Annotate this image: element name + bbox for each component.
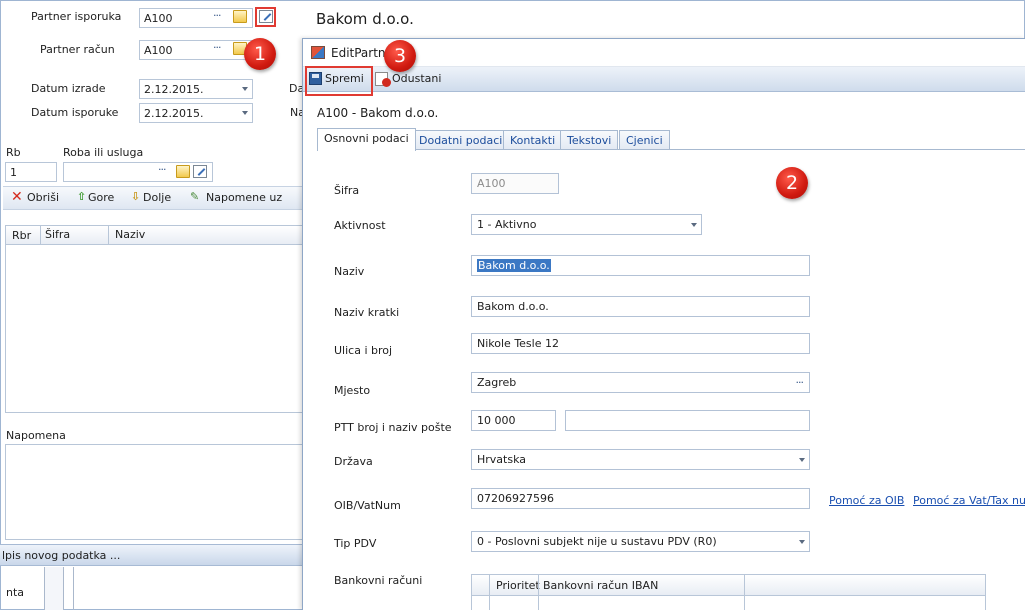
- callout-badge-1: 1: [244, 38, 276, 70]
- vat-help-link[interactable]: Pomoć za Vat/Tax num: [913, 494, 1025, 507]
- mjesto-label: Mjesto: [334, 384, 371, 397]
- lookup-dots-icon[interactable]: ···: [796, 376, 804, 389]
- ulica-field[interactable]: Nikole Tesle 12: [471, 333, 810, 354]
- oib-label: OIB/VatNum: [334, 499, 401, 512]
- ptt-name-field[interactable]: [565, 410, 810, 431]
- dialog-heading: A100 - Bakom d.o.o.: [317, 106, 439, 120]
- arrow-down-icon[interactable]: ⇩: [131, 190, 140, 203]
- bottom-label: nta: [6, 586, 25, 599]
- aktivnost-label: Aktivnost: [334, 219, 386, 232]
- lookup-dots-icon[interactable]: ···: [158, 163, 166, 176]
- napomena-field[interactable]: [5, 444, 303, 540]
- arrow-up-icon[interactable]: ⇧: [77, 190, 86, 203]
- lookup-dots-icon[interactable]: ···: [213, 9, 221, 22]
- grid-divider: [744, 575, 745, 610]
- roba-usluga-label: Roba ili usluga: [63, 146, 144, 159]
- tab-cjenici[interactable]: Cjenici: [619, 130, 670, 150]
- partner-isporuka-label: Partner isporuka: [31, 10, 122, 23]
- column-prioritet[interactable]: Prioritet: [496, 579, 540, 592]
- tab-osnovni-podaci[interactable]: Osnovni podaci: [317, 128, 416, 151]
- drzava-label: Država: [334, 455, 373, 468]
- tab-tekstovi[interactable]: Tekstovi: [560, 130, 619, 150]
- aktivnost-select[interactable]: 1 - Aktivno: [471, 214, 702, 235]
- naziv-label: Naziv: [334, 265, 365, 278]
- items-toolbar: ✕ Obriši ⇧ Gore ⇩ Dolje ✎ Napomene uz: [3, 186, 303, 210]
- lookup-dots-icon[interactable]: ···: [213, 41, 221, 54]
- rb-label: Rb: [6, 146, 21, 159]
- chevron-down-icon[interactable]: [799, 540, 805, 544]
- delete-button[interactable]: Obriši: [27, 191, 59, 204]
- chevron-down-icon[interactable]: [799, 458, 805, 462]
- mjesto-field[interactable]: Zagreb ···: [471, 372, 810, 393]
- highlight-edit-icon: [255, 7, 276, 27]
- edit-partner-dialog: EditPartne Spremi Odustani A100 - Bakom …: [302, 38, 1025, 610]
- tip-pdv-label: Tip PDV: [334, 537, 377, 550]
- datum-izrade-label: Datum izrade: [31, 82, 106, 95]
- grid-divider: [538, 575, 539, 610]
- datum-isporuke-label: Datum isporuke: [31, 106, 119, 119]
- datum-isporuke-field[interactable]: 2.12.2015.: [139, 103, 253, 123]
- ptt-number-field[interactable]: 10 000: [471, 410, 556, 431]
- notes-icon[interactable]: ✎: [190, 190, 199, 203]
- tab-kontakti[interactable]: Kontakti: [503, 130, 563, 150]
- naziv-field[interactable]: Bakom d.o.o.: [471, 255, 810, 276]
- highlight-save-button: [305, 66, 373, 96]
- cancel-icon-badge: [382, 78, 391, 87]
- naziv-kratki-field[interactable]: Bakom d.o.o.: [471, 296, 810, 317]
- up-button[interactable]: Gore: [88, 191, 114, 204]
- edit-item-icon[interactable]: [193, 165, 207, 178]
- grid-divider: [489, 575, 490, 610]
- rb-field[interactable]: 1: [5, 162, 57, 182]
- new-entry-bar[interactable]: lpis novog podatka ...: [0, 544, 305, 566]
- chevron-down-icon[interactable]: [242, 87, 248, 91]
- down-button[interactable]: Dolje: [143, 191, 171, 204]
- splitter[interactable]: [66, 567, 74, 610]
- callout-badge-3: 3: [384, 40, 416, 72]
- dialog-toolbar: Spremi Odustani: [303, 67, 1025, 92]
- roba-usluga-field[interactable]: [63, 162, 213, 182]
- new-entry-label: lpis novog podatka ...: [2, 549, 121, 562]
- cancel-button[interactable]: Odustani: [392, 72, 441, 85]
- chevron-down-icon[interactable]: [242, 111, 248, 115]
- sifra-label: Šifra: [334, 184, 360, 197]
- tip-pdv-select[interactable]: 0 - Poslovni subjekt nije u sustavu PDV …: [471, 531, 810, 552]
- delete-icon[interactable]: ✕: [11, 189, 23, 205]
- column-rbr[interactable]: Rbr: [12, 229, 31, 242]
- partner-racun-label: Partner račun: [40, 43, 115, 56]
- bankovni-label: Bankovni računi: [334, 574, 423, 587]
- datum-izrade-field[interactable]: 2.12.2015.: [139, 79, 253, 99]
- bank-grid-header: Prioritet Bankovni račun IBAN: [472, 575, 985, 596]
- notes-button[interactable]: Napomene uz: [206, 191, 282, 204]
- column-sifra[interactable]: Šifra: [40, 226, 70, 244]
- oib-help-link[interactable]: Pomoć za OIB: [829, 494, 904, 507]
- ulica-label: Ulica i broj: [334, 344, 393, 357]
- open-folder-icon[interactable]: [176, 165, 190, 178]
- naziv-kratki-label: Naziv kratki: [334, 306, 400, 319]
- ptt-label: PTT broj i naziv pošte: [334, 421, 452, 434]
- bank-accounts-grid[interactable]: Prioritet Bankovni račun IBAN: [471, 574, 986, 610]
- partner-title: Bakom d.o.o.: [316, 10, 414, 28]
- splitter[interactable]: [44, 567, 64, 610]
- app-icon: [311, 46, 325, 59]
- column-naziv[interactable]: Naziv: [108, 226, 145, 244]
- items-grid-header: Rbr Šifra Naziv: [5, 225, 303, 245]
- open-folder-icon[interactable]: [233, 10, 247, 23]
- napomena-label: Napomena: [6, 429, 66, 442]
- tab-dodatni-podaci[interactable]: Dodatni podaci: [412, 130, 510, 150]
- drzava-select[interactable]: Hrvatska: [471, 449, 810, 470]
- items-grid-body[interactable]: [5, 245, 303, 413]
- oib-field[interactable]: 07206927596: [471, 488, 810, 509]
- column-iban[interactable]: Bankovni račun IBAN: [543, 579, 658, 592]
- sifra-field[interactable]: A100: [471, 173, 559, 194]
- chevron-down-icon[interactable]: [691, 223, 697, 227]
- tab-divider: [317, 149, 1025, 150]
- callout-badge-2: 2: [776, 167, 808, 199]
